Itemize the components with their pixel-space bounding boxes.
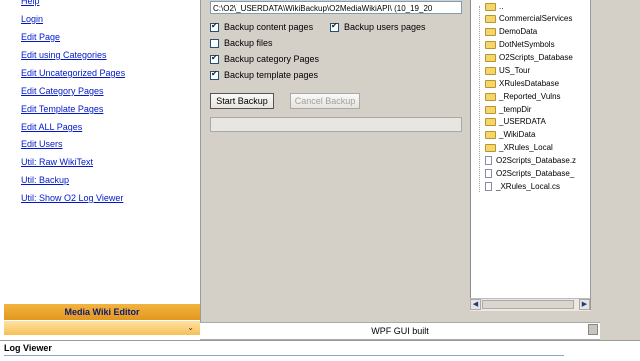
log-viewer-divider: [4, 355, 564, 356]
tree-folder-item[interactable]: _tempDir: [485, 105, 531, 114]
cancel-backup-button[interactable]: Cancel Backup: [290, 93, 360, 109]
tree-item-label: O2Scripts_Database.z: [496, 156, 577, 165]
tree-folder-item[interactable]: ..: [485, 2, 503, 11]
tree-folder-item[interactable]: US_Tour: [485, 66, 530, 75]
tree-item-label: CommercialServices: [499, 14, 573, 23]
file-icon: [485, 156, 492, 165]
checkbox-label: Backup template pages: [224, 70, 319, 80]
checkbox-label: Backup category Pages: [224, 54, 320, 64]
nav-link[interactable]: Util: Show O2 Log Viewer: [21, 193, 123, 203]
nav-menu: Help Login Edit Page Edit using Categories E…: [0, 0, 200, 300]
chevron-down-icon[interactable]: ⌄: [187, 323, 194, 332]
backup-content-pages-checkbox[interactable]: Backup content pages: [210, 21, 314, 32]
tree-item-label: XRulesDatabase: [499, 79, 560, 88]
status-bar-button[interactable]: [588, 324, 598, 335]
nav-link[interactable]: Util: Raw WikiText: [21, 157, 93, 167]
backup-panel: C:\O2\_USERDATA\WikiBackup\O2MediaWikiAP…: [204, 0, 469, 320]
folder-icon: [485, 92, 496, 101]
left-panel: Help Login Edit Page Edit using Categories E…: [0, 0, 201, 340]
folder-icon: [485, 40, 496, 49]
backup-files-checkbox[interactable]: Backup files: [210, 38, 273, 48]
tree-folder-item[interactable]: XRulesDatabase: [485, 79, 559, 88]
nav-link[interactable]: Help: [21, 0, 40, 6]
folder-icon: [485, 66, 496, 75]
backup-path-field[interactable]: C:\O2\_USERDATA\WikiBackup\O2MediaWikiAP…: [210, 1, 462, 14]
folder-icon: [485, 27, 496, 36]
file-icon: [485, 182, 492, 191]
media-wiki-editor-header: Media Wiki Editor: [4, 304, 200, 320]
panel-footer-bar[interactable]: ⌄: [4, 321, 200, 335]
backup-users-pages-checkbox[interactable]: Backup users pages: [330, 21, 426, 32]
checkbox-box[interactable]: [210, 21, 219, 32]
checkbox-label: Backup content pages: [224, 22, 314, 32]
backup-template-pages-checkbox[interactable]: Backup template pages: [210, 69, 319, 80]
tree-folder-item[interactable]: _USERDATA: [485, 117, 546, 126]
checkbox-box[interactable]: [210, 53, 219, 64]
tree-item-label: _USERDATA: [499, 117, 546, 126]
log-viewer-panel: Log Viewer: [0, 340, 640, 361]
tree-folder-item[interactable]: _Reported_Vulns: [485, 92, 561, 101]
tree-item-label: _Reported_Vulns: [499, 92, 561, 101]
nav-link[interactable]: Edit using Categories: [21, 50, 107, 60]
scroll-left-icon[interactable]: ◀: [470, 299, 481, 310]
tree-item-label: _XRules_Local.cs: [496, 182, 561, 191]
tree-item-label: DemoData: [499, 27, 538, 36]
scroll-right-icon[interactable]: ▶: [579, 299, 590, 310]
folder-tree[interactable]: .. CommercialServices DemoData DotNetSymbol…: [470, 0, 591, 298]
checkbox-box[interactable]: [330, 21, 339, 32]
folder-icon: [485, 53, 496, 62]
nav-link[interactable]: Edit Uncategorized Pages: [21, 68, 125, 78]
tree-folder-item[interactable]: _XRules_Local: [485, 143, 553, 152]
tree-horizontal-scrollbar[interactable]: ◀ ▶: [470, 298, 590, 311]
backup-category-pages-checkbox[interactable]: Backup category Pages: [210, 53, 320, 64]
nav-link[interactable]: Edit Users: [21, 139, 63, 149]
status-bar: WPF GUI built: [200, 322, 600, 340]
backup-progress-bar: [210, 117, 462, 132]
tree-file-item[interactable]: _XRules_Local.cs: [485, 182, 560, 191]
nav-link[interactable]: Edit Category Pages: [21, 86, 104, 96]
folder-icon: [485, 105, 496, 114]
folder-icon: [485, 2, 496, 11]
checkbox-box[interactable]: [210, 69, 219, 80]
tree-file-item[interactable]: O2Scripts_Database.z: [485, 156, 576, 165]
scroll-thumb[interactable]: [482, 300, 574, 309]
folder-icon: [485, 117, 496, 126]
nav-link[interactable]: Edit Template Pages: [21, 104, 103, 114]
tree-item-label: US_Tour: [499, 66, 531, 75]
checkbox-label: Backup users pages: [344, 22, 426, 32]
tree-folder-item[interactable]: O2Scripts_Database: [485, 53, 573, 62]
tree-item-label: ..: [499, 2, 504, 11]
folder-icon: [485, 143, 496, 152]
nav-link[interactable]: Util: Backup: [21, 175, 69, 185]
log-viewer-title: Log Viewer: [4, 343, 52, 353]
tree-folder-item[interactable]: DemoData: [485, 27, 537, 36]
right-edge-panel: [600, 0, 640, 340]
tree-item-label: O2Scripts_Database: [499, 53, 573, 62]
start-backup-button[interactable]: Start Backup: [210, 93, 274, 109]
tree-line: [479, 6, 480, 192]
tree-file-item[interactable]: O2Scripts_Database_: [485, 169, 574, 178]
nav-link[interactable]: Edit Page: [21, 32, 60, 42]
folder-icon: [485, 130, 496, 139]
folder-icon: [485, 79, 496, 88]
tree-folder-item[interactable]: DotNetSymbols: [485, 40, 555, 49]
tree-item-label: _WikiData: [499, 130, 536, 139]
tree-item-label: O2Scripts_Database_: [496, 169, 575, 178]
nav-link[interactable]: Login: [21, 14, 43, 24]
checkbox-label: Backup files: [224, 38, 273, 48]
folder-icon: [485, 14, 496, 23]
checkbox-box[interactable]: [210, 38, 219, 48]
tree-folder-item[interactable]: _WikiData: [485, 130, 535, 139]
nav-link[interactable]: Edit ALL Pages: [21, 122, 82, 132]
tree-item-label: _XRules_Local: [499, 143, 553, 152]
tree-item-label: _tempDir: [499, 105, 532, 114]
file-icon: [485, 169, 492, 178]
tree-folder-item[interactable]: CommercialServices: [485, 14, 572, 23]
tree-item-label: DotNetSymbols: [499, 40, 555, 49]
